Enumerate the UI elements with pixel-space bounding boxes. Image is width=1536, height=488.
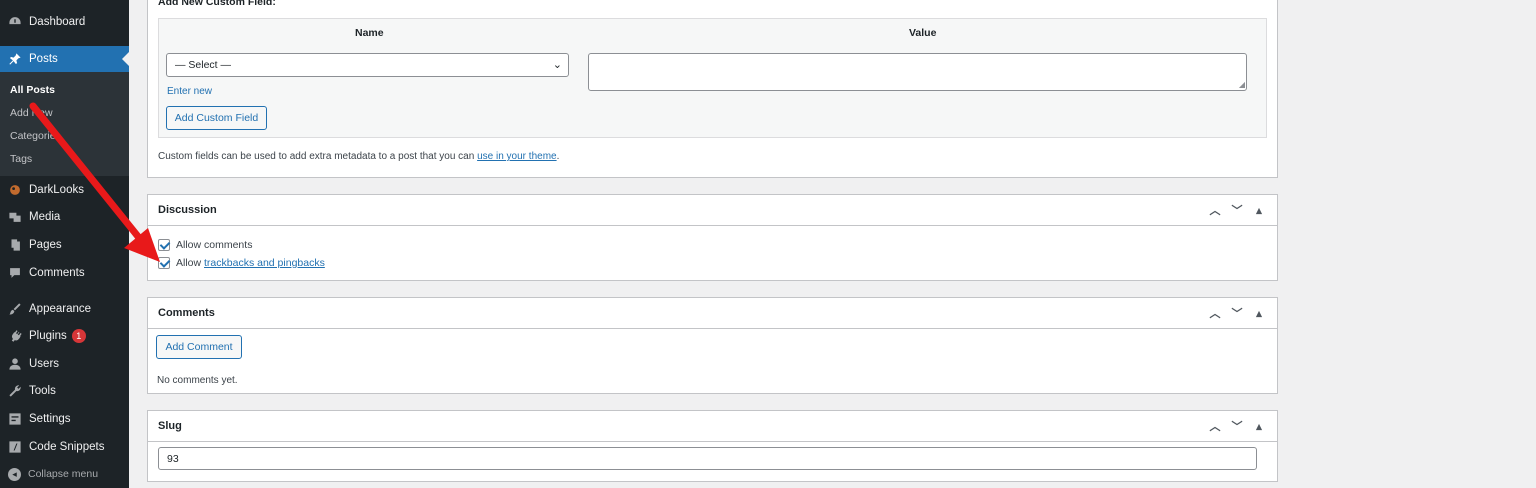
use-in-theme-link[interactable]: use in your theme	[477, 151, 557, 162]
move-down-icon[interactable]: ﹀	[1231, 305, 1243, 321]
menu-comments[interactable]: Comments	[0, 260, 129, 286]
resize-grip-icon[interactable]: ◢	[1239, 80, 1245, 89]
move-down-icon[interactable]: ﹀	[1231, 202, 1243, 218]
allow-comments-label: Allow comments	[176, 239, 253, 251]
menu-appearance[interactable]: Appearance	[0, 296, 129, 322]
toggle-panel-icon[interactable]: ▴	[1253, 420, 1265, 433]
menu-label: Media	[29, 211, 61, 223]
panel-title: Slug	[158, 420, 182, 432]
menu-label: Settings	[29, 413, 71, 425]
allow-trackbacks-row: Allow trackbacks and pingbacks	[158, 257, 325, 269]
allow-trackbacks-checkbox[interactable]	[158, 257, 170, 269]
menu-label: Tools	[29, 385, 56, 397]
add-custom-field-button[interactable]: Add Custom Field	[166, 106, 267, 130]
comments-icon	[8, 266, 22, 280]
toggle-panel-icon[interactable]: ▴	[1253, 204, 1265, 217]
submenu-all-posts[interactable]: All Posts	[10, 84, 55, 96]
chevron-down-icon: ⌄	[552, 59, 562, 71]
discussion-header[interactable]: Discussion ︿ ﹀ ▴	[148, 195, 1277, 226]
paintbrush-icon	[8, 302, 22, 316]
menu-pages[interactable]: Pages	[0, 232, 129, 258]
custom-field-name-select[interactable]: — Select — ⌄	[166, 53, 569, 77]
posts-submenu: All Posts Add New Categories Tags	[0, 72, 129, 176]
menu-label: Comments	[29, 267, 85, 279]
name-column-header: Name	[355, 27, 384, 39]
move-up-icon[interactable]: ︿	[1209, 202, 1221, 218]
custom-fields-panel: Add New Custom Field: Name Value — Selec…	[147, 0, 1278, 178]
panel-title: Discussion	[158, 204, 217, 216]
menu-tools[interactable]: Tools	[0, 378, 129, 404]
menu-label: Code Snippets	[29, 441, 105, 453]
custom-fields-heading: Add New Custom Field:	[158, 0, 276, 8]
wrench-icon	[8, 384, 22, 398]
media-icon	[8, 210, 22, 224]
move-up-icon[interactable]: ︿	[1209, 305, 1221, 321]
menu-label: Plugins	[29, 330, 67, 342]
enter-new-link[interactable]: Enter new	[167, 86, 212, 97]
note-end: .	[556, 151, 560, 162]
menu-media[interactable]: Media	[0, 204, 129, 230]
custom-fields-note: Custom fields can be used to add extra m…	[158, 151, 559, 162]
menu-label: DarkLooks	[29, 184, 84, 196]
move-up-icon[interactable]: ︿	[1209, 418, 1221, 434]
collapse-icon: ◂	[8, 467, 21, 481]
discussion-panel: Discussion ︿ ﹀ ▴ Allow comments Allow tr…	[147, 194, 1278, 281]
admin-sidebar: Dashboard Posts All Posts Add New Catego…	[0, 0, 129, 488]
menu-dashboard[interactable]: Dashboard	[0, 9, 129, 35]
settings-icon	[8, 412, 22, 426]
code-icon	[8, 440, 22, 454]
menu-label: Pages	[29, 239, 62, 251]
allow-comments-checkbox[interactable]	[158, 239, 170, 251]
pin-icon	[8, 52, 22, 66]
comments-header[interactable]: Comments ︿ ﹀ ▴	[148, 298, 1277, 329]
collapse-menu-button[interactable]: ◂ Collapse menu	[0, 461, 129, 487]
select-value: — Select —	[175, 59, 232, 71]
move-down-icon[interactable]: ﹀	[1231, 418, 1243, 434]
dashboard-icon	[8, 15, 22, 29]
user-icon	[8, 357, 22, 371]
custom-field-value-textarea[interactable]: ◢	[588, 53, 1247, 91]
menu-label: Posts	[29, 53, 58, 65]
menu-code-snippets[interactable]: Code Snippets	[0, 434, 129, 460]
menu-label: Dashboard	[29, 16, 86, 28]
note-text: Custom fields can be used to add extra m…	[158, 151, 478, 162]
slug-value: 93	[167, 452, 179, 465]
allow-trackbacks-prefix: Allow	[176, 257, 205, 269]
menu-posts[interactable]: Posts	[0, 46, 129, 72]
menu-label: Users	[29, 358, 60, 370]
trackbacks-pingbacks-link[interactable]: trackbacks and pingbacks	[204, 257, 325, 269]
plugin-icon	[8, 329, 22, 343]
add-comment-button[interactable]: Add Comment	[156, 335, 242, 359]
allow-comments-row: Allow comments	[158, 239, 252, 251]
submenu-categories[interactable]: Categories	[10, 130, 61, 142]
panel-title: Comments	[158, 307, 215, 319]
menu-darklooks[interactable]: DarkLooks	[0, 177, 129, 203]
toggle-panel-icon[interactable]: ▴	[1253, 307, 1265, 320]
custom-fields-table: Name Value — Select — ⌄ ◢ Enter new Add …	[158, 18, 1267, 138]
value-column-header: Value	[909, 27, 937, 39]
slug-header[interactable]: Slug ︿ ﹀ ▴	[148, 411, 1277, 442]
darklooks-icon	[8, 183, 22, 197]
menu-settings[interactable]: Settings	[0, 406, 129, 432]
pages-icon	[8, 238, 22, 252]
no-comments-text: No comments yet.	[157, 375, 238, 386]
slug-input[interactable]: 93	[158, 447, 1257, 470]
collapse-label: Collapse menu	[28, 468, 99, 480]
menu-users[interactable]: Users	[0, 351, 129, 377]
menu-label: Appearance	[29, 303, 92, 315]
comments-panel: Comments ︿ ﹀ ▴ Add Comment No comments y…	[147, 297, 1278, 394]
plugins-update-badge: 1	[71, 329, 86, 343]
submenu-add-new[interactable]: Add New	[10, 107, 53, 119]
slug-panel: Slug ︿ ﹀ ▴ 93	[147, 410, 1278, 482]
menu-plugins[interactable]: Plugins 1	[0, 323, 129, 349]
submenu-tags[interactable]: Tags	[10, 153, 32, 165]
